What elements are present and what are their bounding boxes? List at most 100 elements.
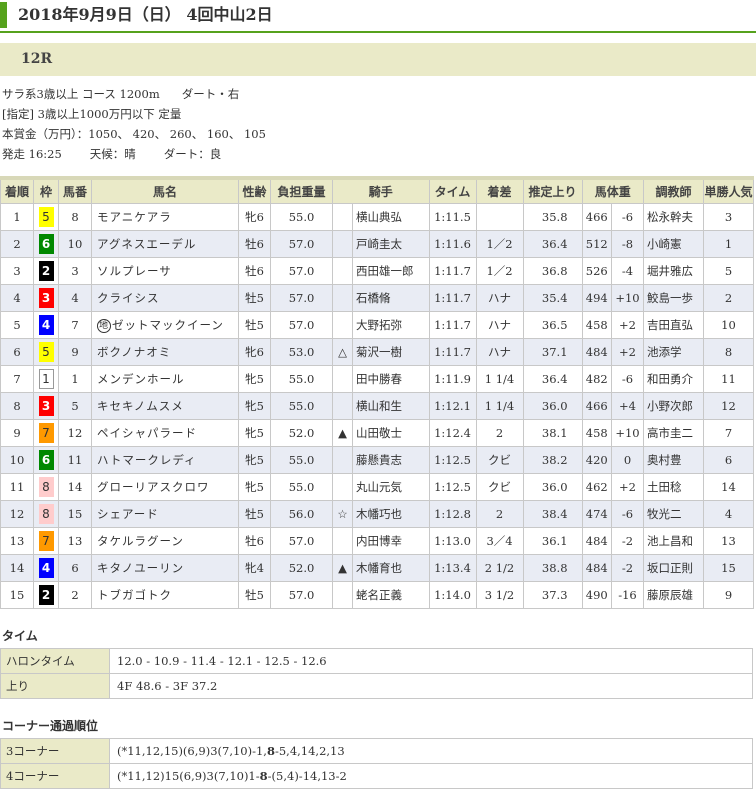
corner3-text-b: -5,4,14,2,13	[274, 743, 345, 758]
corner3-row: 3コーナー (*11,12,15)(6,9)3(7,10)-1,8-5,4,14…	[0, 737, 753, 764]
waku-cell: 6	[33, 445, 59, 474]
apprentice-mark-cell	[332, 256, 353, 285]
apprentice-mark-cell	[332, 202, 353, 231]
time-cell: 1:12.4	[428, 418, 477, 447]
col-rank: 着順	[0, 177, 34, 204]
time-cell: 1:11.7	[428, 283, 477, 312]
body-weight-diff-cell: 0	[611, 445, 644, 474]
horse-name-cell: クライシス	[91, 283, 239, 312]
sex-age-cell: 牡5	[238, 310, 271, 339]
horse-name-cell: メンデンホール	[91, 364, 239, 393]
margin-cell: 1／2	[475, 229, 524, 258]
popularity-cell: 9	[702, 580, 755, 609]
apprentice-mark-cell	[332, 526, 353, 555]
sex-age-cell: 牝5	[238, 445, 271, 474]
waku-badge: 6	[38, 233, 54, 254]
body-weight-diff-cell: +4	[611, 391, 644, 420]
horse-name: タケルラグーン	[97, 533, 184, 548]
horse-name-cell: ペイシャパラード	[91, 418, 239, 447]
popularity-cell: 11	[702, 364, 755, 393]
horse-name: キセキノムスメ	[97, 398, 184, 413]
agari-row: 上り 4F 48.6 - 3F 37.2	[0, 672, 753, 699]
waku-cell: 1	[33, 364, 59, 393]
apprentice-mark-cell	[332, 580, 353, 609]
popularity-cell: 2	[702, 283, 755, 312]
jockey-cell: 山田敬士	[352, 418, 430, 447]
corner4-text-a: (*11,12)15(6,9)3(7,10)1-	[117, 768, 260, 783]
waku-badge: 2	[38, 584, 54, 605]
col-weight: 負担重量	[270, 177, 333, 204]
margin-cell: 1 1/4	[475, 364, 524, 393]
horse-name-cell: トブガゴトク	[91, 580, 239, 609]
popularity-cell: 4	[702, 499, 755, 528]
waku-badge: 7	[38, 530, 54, 551]
waku-badge: 1	[38, 368, 54, 389]
last3f-cell: 36.5	[522, 310, 583, 339]
track-condition: ダート：良	[163, 147, 222, 161]
result-row: 9 7 12 ペイシャパラード 牝5 52.0 ▲ 山田敬士 1:12.4 2 38.1 458 +10…	[0, 418, 755, 447]
time-cell: 1:11.7	[428, 337, 477, 366]
burden-weight-cell: 53.0	[270, 337, 333, 366]
trainer-cell: 藤原辰雄	[642, 580, 704, 609]
waku-badge: 5	[38, 341, 54, 362]
start-time: 発走 16:25	[2, 147, 62, 161]
horse-name: アグネスエーデル	[97, 236, 197, 251]
race-info: サラ系3歳以上 コース 1200m ダート・右 [指定] 3歳以上1000万円以下…	[0, 84, 756, 164]
trainer-cell: 和田勇介	[642, 364, 704, 393]
burden-weight-cell: 57.0	[270, 580, 333, 609]
time-heading: タイム	[2, 628, 38, 643]
jockey-cell: 大野拓弥	[352, 310, 430, 339]
body-weight-cell: 462	[581, 472, 613, 501]
apprentice-mark-cell: ☆	[332, 499, 353, 528]
burden-weight-cell: 57.0	[270, 229, 333, 258]
body-weight-diff-cell: +2	[611, 472, 644, 501]
waku-badge: 4	[38, 314, 54, 335]
horse-number-cell: 12	[58, 418, 92, 447]
col-waku: 枠	[33, 177, 59, 204]
horse-name-cell: モアニケアラ	[91, 202, 239, 231]
horse-number-cell: 10	[58, 229, 92, 258]
horse-name-cell: グローリアスクロワ	[91, 472, 239, 501]
body-weight-cell: 490	[581, 580, 613, 609]
trainer-cell: 奥村豊	[642, 445, 704, 474]
time-cell: 1:11.6	[428, 229, 477, 258]
horse-name-cell: ハトマークレディ	[91, 445, 239, 474]
waku-cell: 3	[33, 283, 59, 312]
time-cell: 1:14.0	[428, 580, 477, 609]
trainer-cell: 池上昌和	[642, 526, 704, 555]
sex-age-cell: 牡6	[238, 526, 271, 555]
corner3-highlight: 8	[266, 743, 275, 758]
jockey-cell: 菊沢一樹	[352, 337, 430, 366]
jockey-cell: 戸崎圭太	[352, 229, 430, 258]
horse-number-cell: 2	[58, 580, 92, 609]
time-cell: 1:12.5	[428, 472, 477, 501]
body-weight-cell: 466	[581, 391, 613, 420]
time-cell: 1:11.7	[428, 310, 477, 339]
horse-name: クライシス	[97, 290, 160, 305]
results-body: 1 5 8 モアニケアラ 牝6 55.0 横山典弘 1:11.5 35.8 466 -6 松永幹夫 3 2…	[0, 202, 755, 609]
sex-age-cell: 牡6	[238, 256, 271, 285]
race-surface: ダート・右	[181, 87, 240, 101]
race-number-bar: 12R	[0, 43, 756, 76]
horse-number-cell: 15	[58, 499, 92, 528]
popularity-cell: 6	[702, 445, 755, 474]
last3f-cell: 38.2	[522, 445, 583, 474]
body-weight-diff-cell: -6	[611, 499, 644, 528]
waku-badge: 8	[38, 476, 54, 497]
body-weight-diff-cell: +2	[611, 310, 644, 339]
corner4-label: 4コーナー	[0, 762, 110, 789]
trainer-cell: 牧光二	[642, 499, 704, 528]
apprentice-mark-cell	[332, 445, 353, 474]
col-last3f: 推定上り	[522, 177, 583, 204]
col-popularity: 単勝人気	[702, 177, 755, 204]
waku-badge: 7	[38, 422, 54, 443]
last3f-cell: 36.0	[522, 472, 583, 501]
jockey-cell: 内田博幸	[352, 526, 430, 555]
col-horse-name: 馬名	[91, 177, 239, 204]
popularity-cell: 15	[702, 553, 755, 582]
rank-cell: 15	[0, 580, 34, 609]
body-weight-cell: 466	[581, 202, 613, 231]
waku-cell: 3	[33, 391, 59, 420]
horse-name: ボクノナオミ	[97, 344, 172, 359]
horse-number-cell: 5	[58, 391, 92, 420]
